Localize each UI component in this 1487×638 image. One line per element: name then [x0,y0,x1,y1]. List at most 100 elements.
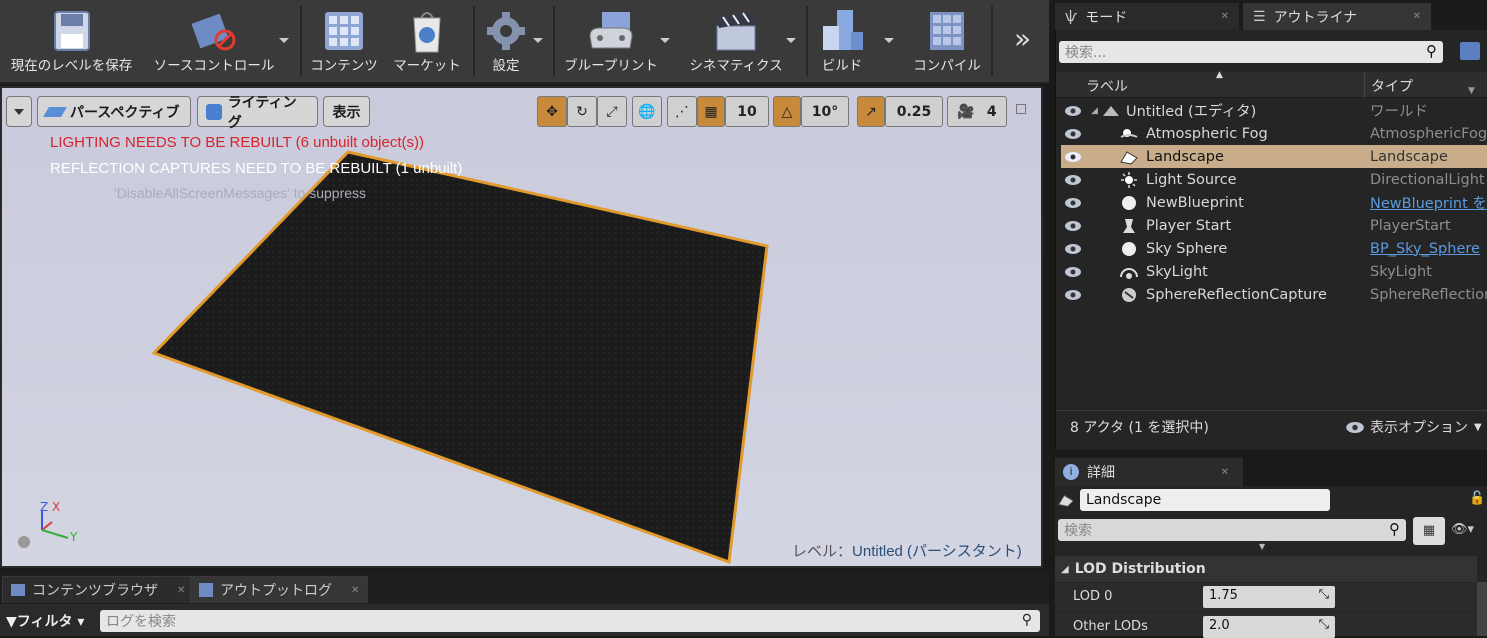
list-item[interactable]: Sky Sphere BP_Sky_Sphere [1061,237,1487,260]
list-item[interactable]: Atmospheric Fog AtmosphericFog [1061,122,1487,145]
list-item[interactable]: Landscape Landscape [1061,145,1487,168]
scale-tool-icon[interactable]: ⤢ [597,96,627,127]
rotation-snap-value[interactable]: 10° [801,96,849,127]
cinematics-dropdown-icon[interactable] [786,38,796,43]
settings-button[interactable]: 設定 [478,0,534,80]
grid-snap-icon[interactable]: ▦ [697,96,725,127]
column-options-icon[interactable]: ▼ [1468,86,1475,96]
visibility-filter-icon[interactable]: 👁▾ [1451,522,1487,540]
perspective-button[interactable]: パースペクティブ [37,96,191,127]
divider [1056,410,1487,411]
toolbar-overflow-icon[interactable]: » [1014,22,1031,55]
close-icon[interactable]: ✕ [1221,11,1229,22]
tab-details[interactable]: i 詳細 ✕ [1055,458,1243,486]
visibility-eye-icon[interactable] [1065,243,1081,254]
surface-snap-icon[interactable]: ⋰ [667,96,697,127]
source-control-button[interactable]: ソースコントロール [146,0,282,80]
grid-snap-value[interactable]: 10 [725,96,769,127]
label-column-header[interactable]: ラベル [1086,76,1128,96]
scale-snap-value[interactable]: 0.25 [885,96,943,127]
lod-distribution-section[interactable]: ◢ LOD Distribution [1055,556,1477,582]
object-name-value: Landscape [1086,492,1162,508]
actor-name: Sky Sphere [1146,240,1228,257]
rotate-tool-icon[interactable]: ↻ [567,96,597,127]
details-scrollbar[interactable] [1477,582,1487,636]
tab-outliner[interactable]: ☰ アウトライナ ✕ [1243,3,1431,30]
suppress-hint-message: 'DisableAllScreenMessages' to suppress [114,185,367,201]
perspective-icon [43,106,67,117]
log-search-input[interactable]: ログを検索 ⚲ [100,610,1040,632]
list-item[interactable]: SkyLight SkyLight [1061,260,1487,283]
search-icon: ⚲ [1426,42,1437,60]
axis-x-label: X [52,500,61,514]
maximize-viewport-icon[interactable] [1016,104,1026,114]
list-item[interactable]: Light Source DirectionalLight [1061,168,1487,191]
list-item[interactable]: ◢ Untitled (エディタ) ワールド [1061,99,1487,122]
compile-button[interactable]: コンパイル [906,0,988,80]
type-column-header[interactable]: タイプ [1371,76,1413,96]
actor-type-link[interactable]: BP_Sky_Sphere [1370,241,1480,257]
scale-snap-icon[interactable]: ↗ [857,96,885,127]
cinematics-button[interactable]: シネマティクス [683,0,789,80]
marketplace-button[interactable]: マーケット [386,0,468,80]
actor-name: Landscape [1146,148,1224,165]
settings-dropdown-icon[interactable] [533,38,543,43]
viewport-options-button[interactable] [6,96,32,127]
visibility-eye-icon[interactable] [1065,220,1081,231]
blueprint-button[interactable]: ブループリント [558,0,664,80]
actor-name: SkyLight [1146,263,1208,280]
tab-output-log[interactable]: アウトプットログ ✕ [190,576,369,603]
tab-modes[interactable]: ѱ モード ✕ [1055,3,1239,30]
lighting-mode-button[interactable]: ライティング [197,95,318,131]
tab-content-browser[interactable]: コンテンツブラウザ ✕ [2,576,195,603]
source-control-dropdown-icon[interactable] [279,38,289,43]
visibility-eye-icon[interactable] [1065,151,1081,162]
build-button[interactable]: ビルド [811,0,873,80]
expand-arrow-icon[interactable]: ◢ [1091,106,1098,116]
other-lods-value-field[interactable]: 2.0 ⤡ [1203,616,1335,638]
blueprint-dropdown-icon[interactable] [660,38,670,43]
close-icon[interactable]: ✕ [1413,11,1421,22]
actor-type-link[interactable]: NewBlueprint を [1370,192,1487,213]
rotation-snap-icon[interactable]: △ [773,96,801,127]
visibility-eye-icon[interactable] [1065,197,1081,208]
eye-icon [1346,421,1364,433]
visibility-eye-icon[interactable] [1065,105,1081,116]
show-button[interactable]: 表示 [323,96,370,127]
player-start-icon [1123,218,1135,233]
build-dropdown-icon[interactable] [884,38,894,43]
close-icon[interactable]: ✕ [1221,467,1229,478]
save-level-button[interactable]: 現在のレベルを保存 [0,0,143,80]
help-icon[interactable] [18,536,30,548]
list-item[interactable]: Player Start PlayerStart [1061,214,1487,237]
add-actor-icon[interactable] [1460,42,1480,60]
lock-icon[interactable]: 🔓 [1469,491,1485,506]
visibility-eye-icon[interactable] [1065,266,1081,277]
details-search-input[interactable]: 検索 ⚲ [1058,519,1406,541]
view-options-button[interactable]: 表示オプション ▼ [1346,417,1482,437]
info-icon: i [1063,464,1079,480]
close-icon[interactable]: ✕ [351,585,359,596]
filter-button[interactable]: ▼フィルタ ▾ [6,611,84,631]
object-name-input[interactable]: Landscape [1080,489,1330,511]
visibility-eye-icon[interactable] [1065,289,1081,300]
list-item[interactable]: NewBlueprint NewBlueprint を [1061,191,1487,214]
visibility-eye-icon[interactable] [1065,174,1081,185]
list-item[interactable]: SphereReflectionCapture SphereReflection [1061,283,1487,306]
collapse-arrow-icon[interactable]: ▼ [1259,542,1265,551]
content-button[interactable]: コンテンツ [306,0,382,80]
level-viewport[interactable]: パースペクティブ ライティング 表示 ✥ ↻ ⤢ 🌐 ⋰ ▦ 10 △ 10° … [0,86,1043,568]
sphere-icon [1122,195,1136,210]
camera-speed-button[interactable]: 🎥 4 [947,96,1007,127]
visibility-eye-icon[interactable] [1065,128,1081,139]
translate-tool-icon[interactable]: ✥ [537,96,567,127]
lod0-value-field[interactable]: 1.75 ⤡ [1203,586,1335,608]
details-panel: Landscape 🔓 検索 ⚲ ▦ 👁▾ ▼ ◢ LOD Distributi… [1055,486,1487,638]
world-space-icon[interactable]: 🌐 [632,96,662,127]
settings-label: 設定 [492,58,520,74]
outliner-search-input[interactable]: 検索... ⚲ [1059,41,1443,63]
property-matrix-icon[interactable]: ▦ [1413,517,1445,545]
toolbar-separator [553,6,555,76]
marketplace-icon [413,12,441,53]
close-icon[interactable]: ✕ [177,585,185,596]
